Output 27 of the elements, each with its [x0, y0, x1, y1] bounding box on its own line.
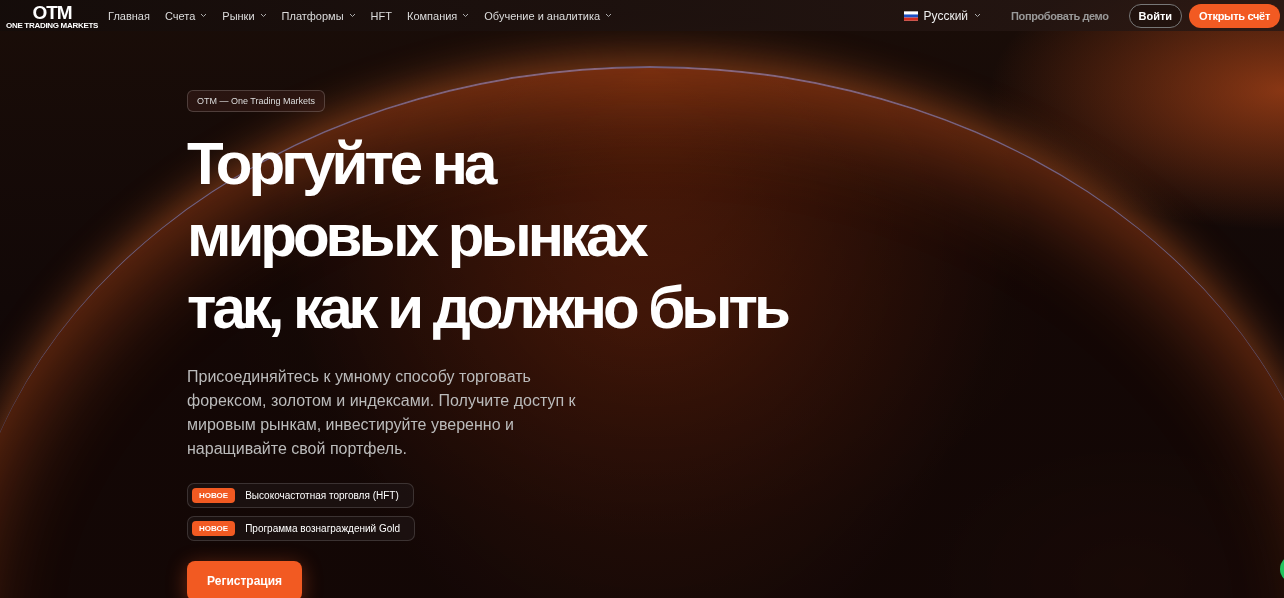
- nav-link[interactable]: Обучение и аналитика: [484, 9, 613, 22]
- hero-title: Торгуйте на мировых рынках так, как и должно быть: [187, 129, 789, 343]
- chevron-down-icon: [200, 13, 208, 18]
- language-selector[interactable]: Русский: [903, 8, 982, 23]
- nav-link[interactable]: Главная: [108, 9, 150, 22]
- chevron-down-icon: [348, 13, 356, 18]
- feature-pill[interactable]: НОВОЕ Программа вознаграждений Gold: [187, 516, 416, 541]
- new-badge: НОВОЕ: [192, 488, 236, 503]
- nav-link[interactable]: Рынки: [222, 9, 267, 22]
- new-badge: НОВОЕ: [192, 521, 236, 536]
- feature-text: Программа вознаграждений Gold: [245, 523, 401, 534]
- demo-link[interactable]: Попробовать демо: [1005, 8, 1115, 23]
- nav-link[interactable]: Платформы: [281, 9, 356, 22]
- eyebrow-tag: OTM — One Trading Markets: [187, 90, 326, 112]
- feature-pill[interactable]: НОВОЕ Высокочастотная торговля (HFT): [187, 483, 414, 508]
- chevron-down-icon: [974, 13, 982, 18]
- flag-icon: [903, 10, 918, 21]
- nav-link[interactable]: Счета: [164, 9, 208, 22]
- feature-text: Высокочастотная торговля (HFT): [245, 490, 399, 501]
- nav-link[interactable]: HFT: [370, 9, 392, 22]
- chevron-down-icon: [259, 13, 267, 18]
- chevron-down-icon: [605, 13, 613, 18]
- chevron-down-icon: [462, 13, 470, 18]
- login-button[interactable]: Войти: [1128, 3, 1183, 28]
- hero-description: Присоединяйтесь к умному способу торговать форексом, золотом и индексами. Получите доступ к мировым рынкам, инвестируйте уверенно и наращивайте свой портфель.: [187, 367, 576, 459]
- logo[interactable]: OTM ONE TRADING MARKETS: [6, 1, 99, 30]
- nav-link[interactable]: Компания: [406, 9, 470, 22]
